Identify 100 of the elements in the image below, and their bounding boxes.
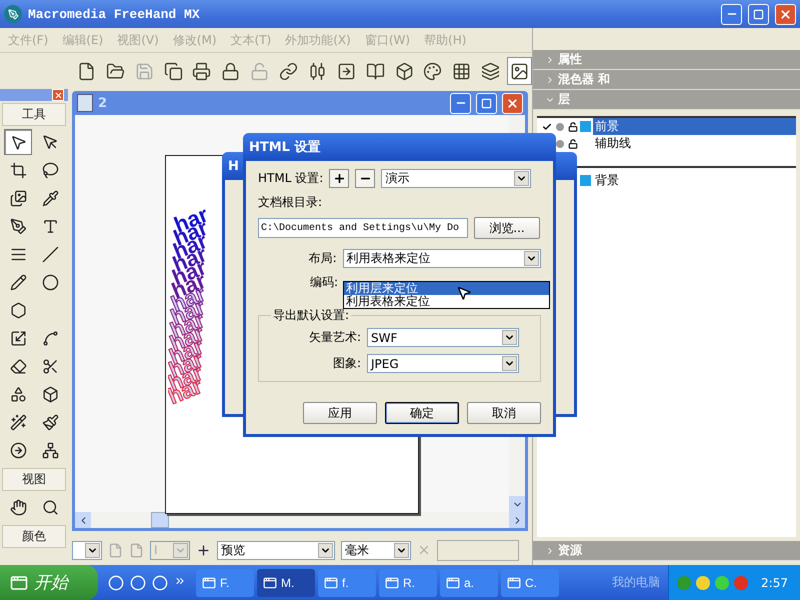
close-button[interactable] (775, 4, 796, 24)
eraser-icon (10, 358, 26, 374)
menu-item[interactable]: 窗口(W) (364, 32, 410, 48)
app-logo-icon (4, 5, 22, 23)
layer-name: 辅助线 (594, 135, 632, 152)
taskbar-button[interactable]: C. (501, 568, 559, 596)
layers-icon (481, 62, 500, 80)
tool-button[interactable] (4, 129, 32, 155)
close-icon (506, 96, 519, 110)
quick-launch-icon[interactable] (130, 574, 146, 590)
save-icon (134, 62, 154, 80)
layer-name: 前景 (593, 118, 796, 135)
menu-item[interactable]: 文本(T) (230, 32, 272, 48)
dropdown[interactable]: 演示 (381, 169, 532, 188)
add-button[interactable] (329, 169, 350, 188)
window-icon (324, 576, 338, 590)
maximize-button[interactable] (748, 4, 769, 24)
hand-icon (10, 498, 26, 516)
layer-row[interactable]: 前景 (537, 118, 796, 135)
dropdown[interactable] (72, 540, 102, 560)
menu-item[interactable]: 编辑(E) (62, 32, 104, 48)
connector-icon (42, 442, 58, 458)
browse-button[interactable]: 浏览... (474, 217, 540, 239)
field-label: 编码: (308, 274, 338, 291)
panel-header[interactable]: 资源 (533, 541, 800, 561)
field-label: 布局: (308, 250, 337, 267)
dialog-button[interactable]: 确定 (385, 402, 459, 424)
menu-item[interactable]: 文件(F) (8, 32, 48, 48)
menu-item[interactable]: 帮助(H) (424, 32, 466, 48)
field-label: 文档根目录: (258, 194, 324, 211)
palette-icon (423, 62, 442, 80)
pen-icon (10, 218, 26, 234)
dropdown[interactable]: SWF (367, 328, 519, 347)
ellipse-icon (42, 274, 58, 290)
brush-icon (42, 414, 58, 430)
palette-title: 颜色 (2, 525, 66, 548)
field-label: 图象: (332, 355, 361, 372)
visibility-dot[interactable] (556, 122, 564, 130)
box-icon (394, 62, 414, 80)
check-icon (542, 122, 552, 132)
taskbar-button[interactable]: a. (440, 568, 498, 596)
lock-icon (221, 62, 240, 80)
dropdown[interactable]: 毫米 (341, 540, 411, 560)
maximize-icon (481, 98, 492, 108)
dialog-title: H (228, 158, 239, 174)
copy-icon (164, 62, 183, 80)
dialog-button[interactable]: 应用 (303, 402, 377, 424)
remove-button[interactable] (355, 169, 376, 188)
menu-item[interactable]: 修改(M) (172, 32, 217, 48)
menu-item[interactable]: 外加功能(X) (285, 32, 351, 48)
dropdown[interactable]: 预览 (217, 540, 335, 560)
window-title: Macromedia FreeHand MX (28, 6, 201, 22)
window-icon (202, 576, 216, 590)
add-page-icon[interactable] (196, 542, 211, 558)
subselect-icon (42, 134, 58, 150)
eyedropper-icon (42, 190, 58, 206)
dropdown-option[interactable]: 利用层来定位 (344, 282, 549, 295)
plus-icon (332, 172, 346, 185)
close-button[interactable] (52, 89, 64, 101)
path-field[interactable]: C:\Documents and Settings\u\My Do (258, 218, 468, 238)
panel-header[interactable]: 混色器 和 (533, 70, 800, 90)
maximize-icon (753, 8, 764, 20)
dropdown[interactable]: JPEG (367, 354, 519, 373)
start-button[interactable]: 开始 (0, 565, 98, 600)
menu-item[interactable]: 视图(V) (117, 32, 159, 48)
unlock-icon[interactable] (568, 122, 578, 132)
quick-launch-icon[interactable] (152, 574, 168, 590)
toolbar-button[interactable] (507, 57, 532, 85)
page-dropdown[interactable]: I (150, 540, 190, 560)
layer-row[interactable]: 辅助线 (537, 135, 796, 152)
scroll-thumb[interactable] (151, 512, 169, 528)
scale-icon (10, 330, 26, 346)
layer-name: 背景 (594, 172, 620, 189)
quick-launch-icon[interactable] (108, 574, 124, 590)
dropdown[interactable]: 利用表格来定位 (342, 249, 541, 268)
cube-icon (42, 386, 58, 402)
minimize-button[interactable] (450, 92, 471, 114)
taskbar-button[interactable]: f. (318, 568, 376, 596)
group-title: 导出默认设置: (272, 307, 350, 324)
text-icon (42, 218, 58, 234)
align-icon (308, 62, 327, 80)
maximize-button[interactable] (476, 92, 497, 114)
taskbar-button[interactable]: R. (379, 568, 437, 596)
dialog-button[interactable]: 取消 (467, 402, 541, 424)
palette-title: 工具 (2, 103, 66, 126)
toolbar-label[interactable]: 我的电脑 (612, 574, 660, 591)
taskbar-button[interactable]: F. (196, 568, 254, 596)
link-icon (279, 62, 298, 80)
close-icon (779, 8, 792, 20)
close-icon (54, 90, 62, 100)
unlock-icon[interactable] (568, 138, 578, 148)
curve-icon (42, 330, 58, 346)
grid-icon (452, 62, 472, 80)
panel-header[interactable]: 层 (533, 90, 800, 110)
input-field[interactable] (437, 540, 519, 560)
panel-header[interactable]: 属性 (533, 50, 800, 70)
taskbar-button[interactable]: M. (257, 568, 315, 596)
close-button[interactable] (502, 92, 523, 114)
book-icon (366, 62, 385, 80)
minimize-button[interactable] (721, 4, 742, 24)
